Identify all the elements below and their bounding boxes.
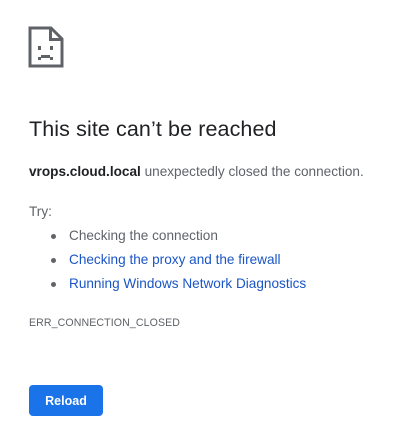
suggestion-check-connection: Checking the connection bbox=[29, 226, 306, 250]
bullet-icon bbox=[51, 234, 56, 239]
error-page: This site can’t be reached vrops.cloud.l… bbox=[0, 0, 408, 442]
reload-button[interactable]: Reload bbox=[29, 385, 103, 416]
error-message: vrops.cloud.local unexpectedly closed th… bbox=[29, 164, 364, 179]
bullet-icon bbox=[51, 282, 56, 287]
error-message-text: unexpectedly closed the connection. bbox=[140, 164, 364, 179]
page-title: This site can’t be reached bbox=[29, 117, 277, 141]
suggestions-list: Checking the connection Checking the pro… bbox=[29, 226, 306, 298]
network-diagnostics-link[interactable]: Running Windows Network Diagnostics bbox=[69, 276, 306, 291]
try-label: Try: bbox=[29, 204, 52, 219]
suggestion-label: Checking the connection bbox=[69, 228, 218, 243]
check-proxy-firewall-link[interactable]: Checking the proxy and the firewall bbox=[69, 252, 281, 267]
sad-page-icon bbox=[28, 26, 64, 68]
bullet-icon bbox=[51, 258, 56, 263]
suggestion-network-diagnostics: Running Windows Network Diagnostics bbox=[29, 274, 306, 298]
suggestion-check-proxy-firewall: Checking the proxy and the firewall bbox=[29, 250, 306, 274]
error-code: ERR_CONNECTION_CLOSED bbox=[29, 317, 181, 329]
host-name: vrops.cloud.local bbox=[29, 164, 141, 179]
